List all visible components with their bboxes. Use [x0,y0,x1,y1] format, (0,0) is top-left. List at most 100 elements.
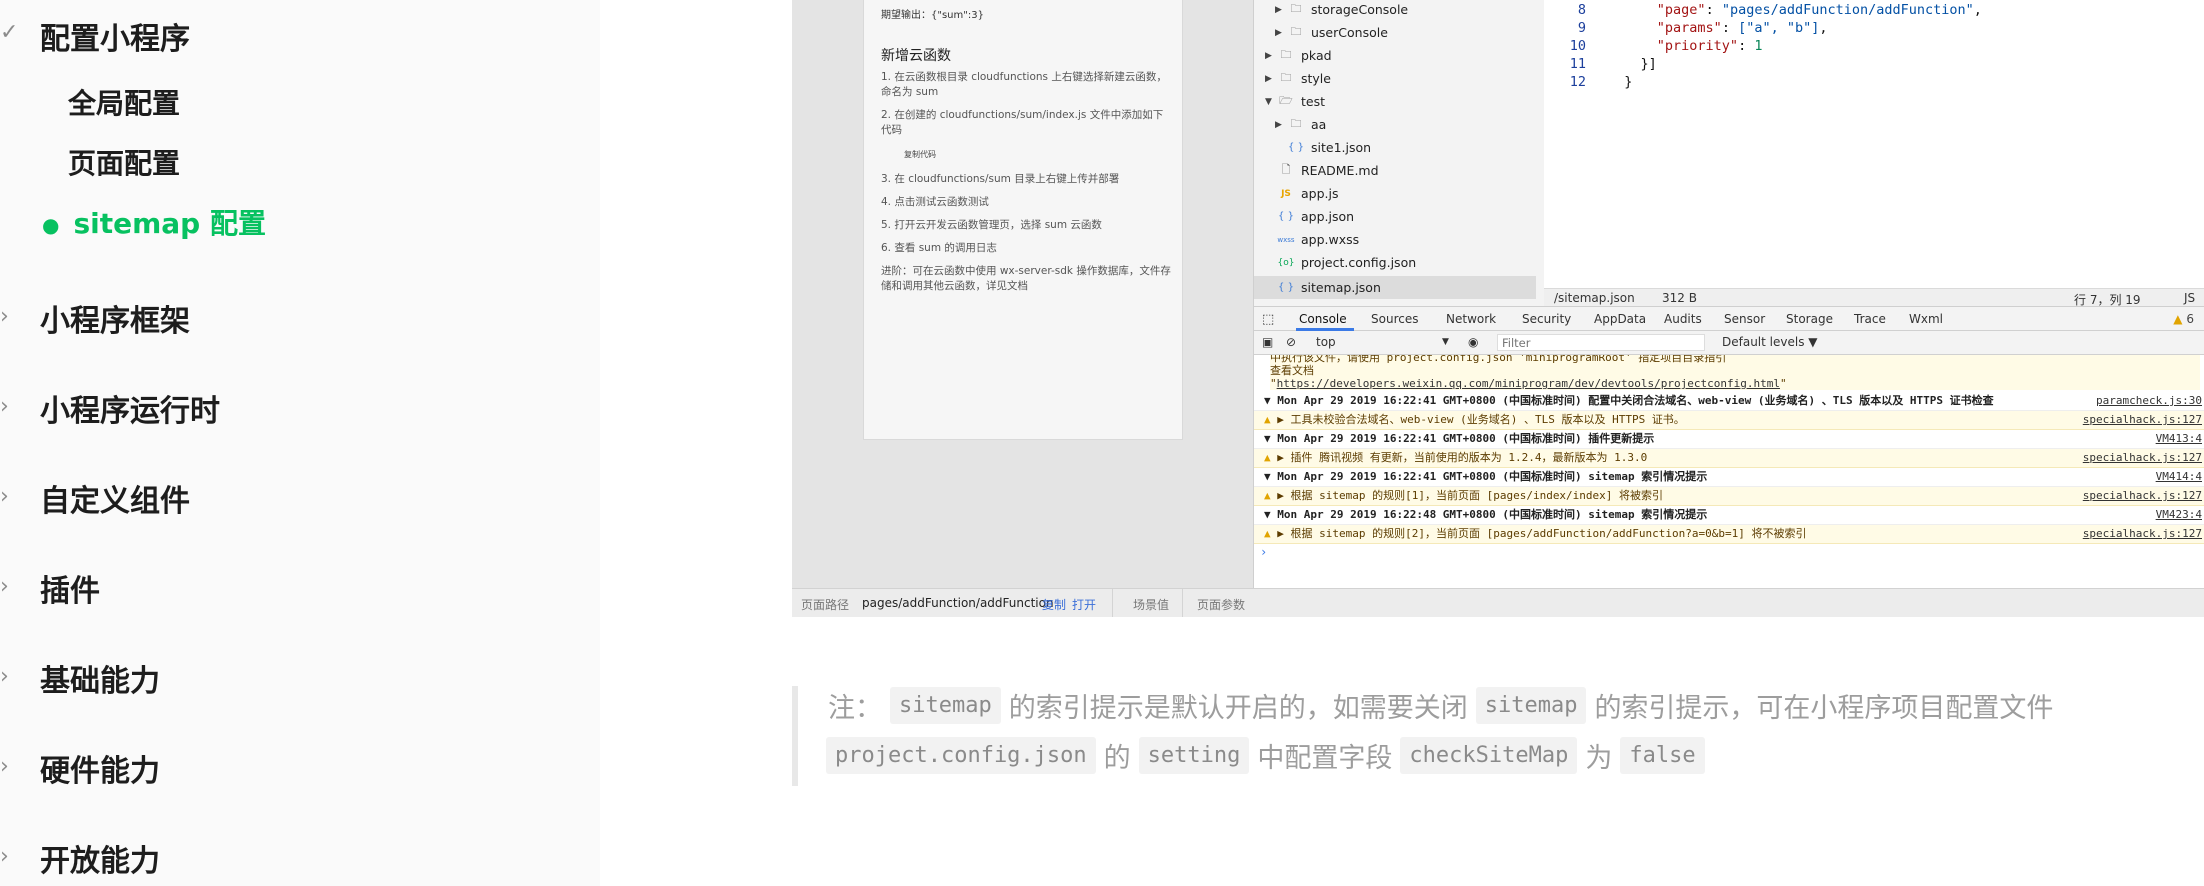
chevron-right-icon[interactable]: › [0,664,9,689]
console-prompt[interactable]: › [1260,545,1267,559]
console-source-link[interactable]: specialhack.js:127 [2083,525,2202,543]
tab-storage[interactable]: Storage [1786,312,1833,326]
console-filter-input[interactable] [1497,334,1705,351]
copy-path-link[interactable]: 复制 [1042,596,1066,613]
tree-item-app-wxss[interactable]: wxss app.wxss [1277,228,1359,251]
open-path-link[interactable]: 打开 [1072,596,1096,613]
tree-item-app-js[interactable]: JS app.js [1277,182,1338,205]
console-source-link[interactable]: VM414:4 [2156,468,2202,486]
eye-icon[interactable]: ◉ [1468,335,1478,349]
copy-code-button[interactable]: 复制代码 [904,149,936,160]
caret-right-icon[interactable]: ▶ [1275,28,1287,38]
clear-console-icon[interactable]: ⊘ [1286,335,1296,349]
tree-item-userconsole[interactable]: ▶ 🗀 userConsole [1275,21,1388,44]
folder-open-icon: 🗁 [1279,94,1293,107]
caret-right-icon[interactable]: ▶ [1265,51,1277,61]
tree-item-readme[interactable]: 🗋 README.md [1277,159,1379,182]
console-group-row[interactable]: ▼ Mon Apr 29 2019 16:22:48 GMT+0800 (中国标… [1254,506,2204,525]
tab-appdata[interactable]: AppData [1594,312,1646,326]
chevron-right-icon[interactable]: › [0,844,9,869]
console-source-link[interactable]: specialhack.js:127 [2083,487,2202,505]
console-warning-row[interactable]: ▲ ▶ 根据 sitemap 的规则[1]，当前页面 [pages/index/… [1254,487,2204,506]
tree-item-style[interactable]: ▶ 🗀 style [1265,67,1331,90]
console-message: ▲ ▶ 根据 sitemap 的规则[1]，当前页面 [pages/index/… [1264,487,1663,505]
code-value: ["a", "b"] [1738,20,1820,36]
log-levels-select[interactable]: Default levels ▼ [1722,335,1818,349]
warning-counter[interactable]: ▲ 6 [2173,312,2194,326]
page-path-value: pages/addFunction/addFunction [862,596,1054,610]
sidebar-item-page-config[interactable]: 页面配置 [68,142,180,182]
caret-right-icon[interactable]: ▶ [1275,120,1287,130]
console-source-link[interactable]: paramcheck.js:30 [2096,392,2202,410]
tree-item-label: pkad [1301,48,1332,63]
caret-right-icon[interactable]: ▶ [1275,5,1287,15]
sidebar-group-basic[interactable]: 基础能力 [40,656,160,700]
code-value: 1 [1754,38,1763,54]
inspect-icon[interactable]: ⬚ [1262,312,1274,327]
sidebar-group-framework[interactable]: 小程序框架 [40,296,190,340]
code-editor[interactable]: 8 "page": "pages/addFunction/addFunction… [1544,0,2204,288]
tab-sources[interactable]: Sources [1371,312,1418,326]
tab-wxml[interactable]: Wxml [1909,312,1943,326]
console-group-row[interactable]: ▼ Mon Apr 29 2019 16:22:41 GMT+0800 (中国标… [1254,468,2204,487]
caret-right-icon[interactable]: ▶ [1265,74,1277,84]
console-group-row[interactable]: ▼ Mon Apr 29 2019 16:22:41 GMT+0800 (中国标… [1254,392,2204,411]
simulator-panel: 期望输出：{"sum":3} 新增云函数 1. 在云函数根目录 cloudfun… [792,0,1254,588]
folder-icon: 🗀 [1280,48,1292,61]
console-pre-text: 查看文档 [1270,364,2200,377]
sidebar-toggle-icon[interactable]: ▣ [1262,335,1273,349]
tab-sensor[interactable]: Sensor [1724,312,1765,326]
tree-item-app-json[interactable]: { } app.json [1277,205,1354,228]
tree-item-project-config[interactable]: {o} project.config.json [1277,251,1417,274]
console-source-link[interactable]: VM423:4 [2156,506,2202,524]
console-warning-row[interactable]: ▲ ▶ 工具未校验合法域名、web-view (业务域名) 、TLS 版本以及 … [1254,411,2204,430]
chevron-right-icon[interactable]: › [0,574,9,599]
tree-item-sitemap-json[interactable]: { } sitemap.json [1254,276,1536,299]
console-source-link[interactable]: VM413:4 [2156,430,2202,448]
status-language[interactable]: JS [2184,291,2195,305]
expand-chevron-icon[interactable]: ✓ [0,20,18,45]
console-source-link[interactable]: specialhack.js:127 [2083,449,2202,467]
tree-item-label: sitemap.json [1301,280,1381,295]
console-warning-row[interactable]: ▲ ▶ 根据 sitemap 的规则[2]，当前页面 [pages/addFun… [1254,525,2204,544]
chevron-right-icon[interactable]: › [0,484,9,509]
tab-audits[interactable]: Audits [1664,312,1702,326]
code-line: 9 "params": ["a", "b"], [1544,20,1828,38]
console-source-link[interactable]: specialhack.js:127 [2083,411,2202,429]
tab-trace[interactable]: Trace [1854,312,1886,326]
context-dropdown-icon[interactable]: ▼ [1442,337,1449,347]
sidebar-group-runtime[interactable]: 小程序运行时 [40,386,220,430]
tree-item-site1-json[interactable]: { } site1.json [1287,136,1371,159]
sidebar-item-global-config[interactable]: 全局配置 [68,82,180,122]
tab-console[interactable]: Console [1299,312,1347,326]
sidebar-group-custom-components[interactable]: 自定义组件 [40,476,190,520]
chevron-right-icon[interactable]: › [0,394,9,419]
tree-item-test[interactable]: ▼ 🗁 test [1265,90,1325,113]
context-select[interactable]: top [1316,335,1336,349]
sidebar-group-hardware[interactable]: 硬件能力 [40,746,160,790]
sidebar-item-sitemap-config[interactable]: ● sitemap 配置 [42,202,266,242]
chevron-right-icon[interactable]: › [0,304,9,329]
caret-down-icon[interactable]: ▼ [1265,97,1277,107]
tree-item-pkad[interactable]: ▶ 🗀 pkad [1265,44,1332,67]
console-group-row[interactable]: ▼ Mon Apr 29 2019 16:22:41 GMT+0800 (中国标… [1254,430,2204,449]
note-text: 的索引提示，可在小程序项目配置文件 [1594,693,2054,724]
chevron-right-icon[interactable]: › [0,754,9,779]
line-number: 9 [1577,20,1586,36]
sidebar-section-config[interactable]: 配置小程序 [40,14,190,58]
tree-item-storageconsole[interactable]: ▶ 🗀 storageConsole [1275,0,1408,21]
step-text: 4. 点击测试云函数测试 [881,196,989,208]
warning-icon: ▲ [1264,451,1278,464]
console-message: ▼ Mon Apr 29 2019 16:22:41 GMT+0800 (中国标… [1264,470,1708,483]
scene-button[interactable]: 场景值 [1133,596,1169,613]
tab-network[interactable]: Network [1446,312,1496,326]
sidebar-group-plugins[interactable]: 插件 [40,566,100,610]
expected-output: 期望输出：{"sum":3} [881,10,984,21]
tab-security[interactable]: Security [1522,312,1571,326]
sidebar-group-open[interactable]: 开放能力 [40,836,160,880]
page-params-button[interactable]: 页面参数 [1197,596,1245,613]
doc-link[interactable]: https://developers.weixin.qq.com/minipro… [1277,377,1780,390]
tree-item-aa[interactable]: ▶ 🗀 aa [1275,113,1326,136]
console-warning-row[interactable]: ▲ ▶ 插件 腾讯视频 有更新，当前使用的版本为 1.2.4，最新版本为 1.3… [1254,449,2204,468]
console-message: ▼ Mon Apr 29 2019 16:22:48 GMT+0800 (中国标… [1264,508,1708,521]
